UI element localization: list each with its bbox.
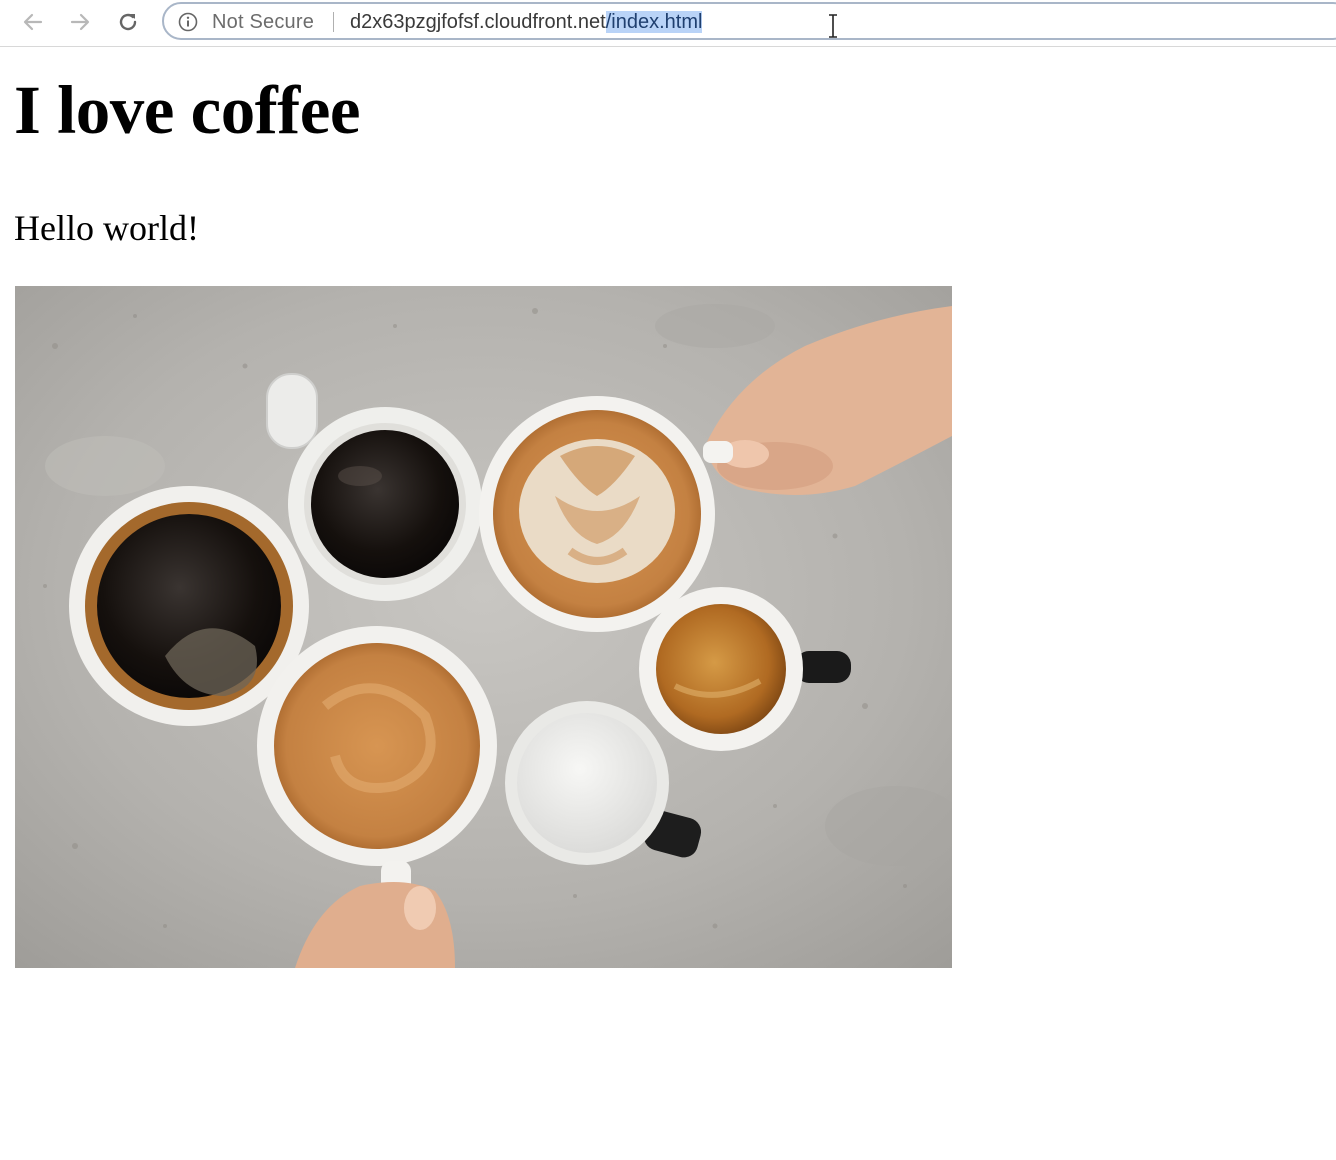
page-paragraph: Hello world!	[14, 208, 199, 248]
browser-toolbar: Not Secure d2x63pzgjfofsf.cloudfront.net…	[0, 0, 1336, 47]
url-path-selected: /index.html	[605, 11, 703, 33]
arrow-right-icon	[68, 10, 92, 34]
arrow-left-icon	[21, 10, 45, 34]
omnibox-divider	[333, 12, 334, 32]
address-bar[interactable]: Not Secure d2x63pzgjfofsf.cloudfront.net…	[162, 2, 1336, 40]
coffee-cups-photo	[15, 286, 952, 968]
info-circle-icon[interactable]	[178, 12, 198, 32]
url-host: d2x63pzgjfofsf.cloudfront.net	[350, 11, 606, 33]
url-text[interactable]: d2x63pzgjfofsf.cloudfront.net/index.html	[350, 11, 703, 34]
reload-button[interactable]	[113, 8, 143, 36]
text-cursor-icon	[827, 14, 839, 38]
page-heading: I love coffee	[14, 72, 360, 148]
forward-button[interactable]	[65, 8, 95, 36]
reload-icon	[116, 10, 140, 34]
back-button[interactable]	[18, 8, 48, 36]
security-status[interactable]: Not Secure	[212, 11, 314, 34]
